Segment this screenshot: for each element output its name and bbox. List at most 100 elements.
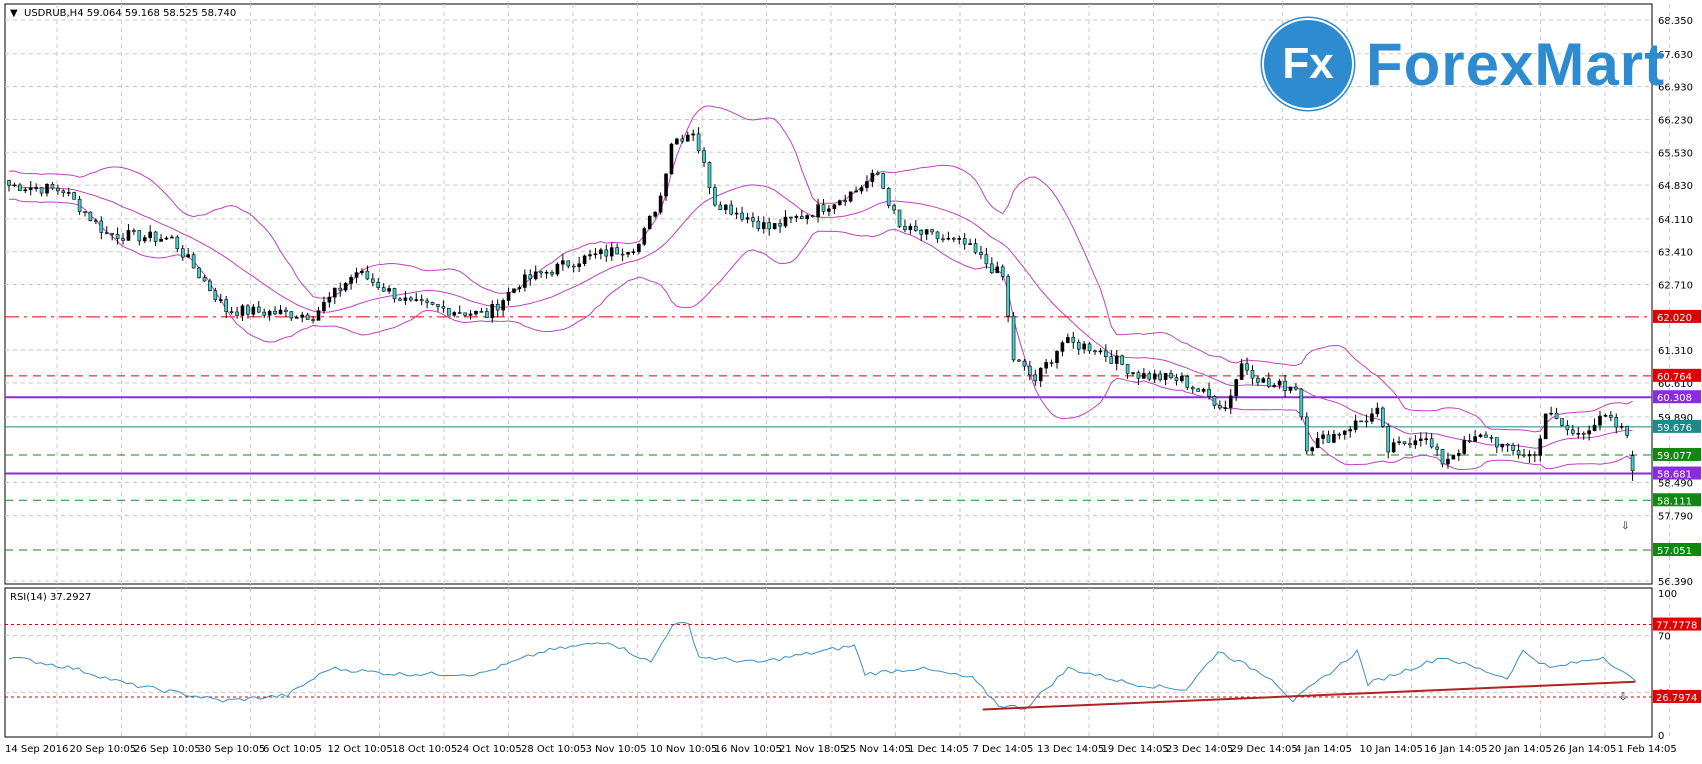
candle-body	[626, 252, 630, 255]
candle-body	[414, 299, 419, 301]
candle-body	[208, 280, 212, 291]
candle-body	[952, 237, 956, 240]
date-tick: 20 Jan 14:05	[1489, 744, 1552, 755]
candle-body	[305, 314, 310, 320]
candle-body	[897, 209, 902, 227]
candle-body	[1467, 440, 1472, 442]
candle-body	[474, 311, 478, 315]
logo-mark-text: Fx	[1282, 39, 1334, 88]
candle-body	[1342, 430, 1347, 435]
rsi-tick: 70	[1658, 632, 1671, 643]
candle-body	[1190, 387, 1195, 390]
candle-body	[311, 319, 315, 321]
candle-body	[962, 238, 967, 245]
candle-body	[745, 217, 750, 220]
date-tick: 6 Oct 10:05	[263, 744, 322, 755]
candle-body	[159, 238, 163, 242]
candle-body	[360, 270, 364, 273]
candle-body	[354, 272, 359, 278]
level-price-label: 60.308	[1657, 393, 1692, 404]
candle-body	[18, 184, 22, 191]
candle-body	[202, 277, 207, 282]
date-tick: 16 Jan 14:05	[1424, 744, 1487, 755]
candle-body	[1109, 356, 1114, 364]
candle-body	[1125, 364, 1130, 374]
candle-body	[1489, 436, 1494, 439]
candle-body	[582, 255, 587, 265]
date-tick: 3 Nov 10:05	[586, 744, 647, 755]
candle-body	[1533, 454, 1537, 456]
date-tick: 23 Dec 14:05	[1166, 744, 1233, 755]
candle-body	[1587, 430, 1591, 435]
candle-body	[653, 211, 657, 217]
candle-body	[387, 288, 391, 292]
candle-body	[327, 296, 332, 303]
candle-body	[1614, 417, 1619, 428]
candle-body	[843, 200, 848, 202]
candle-body	[609, 247, 614, 257]
candle-body	[66, 192, 71, 194]
candle-body	[218, 299, 223, 301]
candle-body	[533, 271, 538, 280]
candle-body	[1245, 363, 1249, 371]
candle-body	[647, 215, 652, 229]
candle-body	[77, 199, 82, 212]
date-tick: 13 Dec 14:05	[1037, 744, 1104, 755]
candle-body	[919, 229, 924, 235]
candle-body	[555, 263, 560, 275]
price-tick: 64.110	[1658, 215, 1693, 226]
candle-body	[1212, 396, 1217, 406]
candle-body	[544, 271, 549, 274]
candle-body	[186, 254, 190, 258]
down-arrow-icon: ⇩	[1621, 521, 1629, 532]
candle-body	[930, 229, 934, 233]
candle-body	[561, 260, 565, 265]
candle-body	[756, 220, 761, 229]
candle-body	[1120, 355, 1124, 365]
candle-body	[658, 195, 663, 213]
candle-body	[1017, 359, 1021, 362]
candle-body	[1011, 315, 1016, 361]
candle-body	[767, 222, 772, 230]
candle-body	[12, 184, 17, 187]
candle-body	[110, 232, 114, 235]
candle-body	[1044, 362, 1048, 369]
candle-body	[1104, 350, 1108, 358]
price-tick: 62.710	[1658, 281, 1693, 292]
candle-body	[441, 306, 446, 309]
candle-body	[485, 311, 489, 319]
candle-body	[430, 302, 435, 305]
candle-body	[881, 173, 886, 189]
date-tick: 1 Dec 14:05	[908, 744, 969, 755]
candle-body	[751, 217, 755, 222]
candle-body	[338, 287, 343, 291]
candle-body	[577, 263, 581, 267]
candle-body	[783, 216, 788, 227]
candle-body	[1326, 434, 1331, 443]
candle-body	[28, 187, 33, 190]
candle-body	[180, 248, 185, 258]
candle-body	[398, 298, 402, 301]
candle-body	[1337, 433, 1342, 436]
level-price-label: 60.764	[1657, 372, 1692, 383]
candle-body	[1174, 377, 1179, 382]
candle-body	[175, 236, 180, 250]
candle-body	[23, 189, 28, 191]
candle-body	[1163, 373, 1168, 381]
candle-body	[1022, 360, 1027, 367]
candle-body	[821, 204, 826, 212]
candle-body	[914, 225, 918, 231]
candle-body	[1066, 337, 1070, 343]
candle-body	[1299, 388, 1304, 418]
candle-body	[1473, 436, 1477, 442]
price-tick: 57.790	[1658, 511, 1693, 522]
candle-body	[995, 266, 1000, 274]
date-tick: 12 Oct 10:05	[328, 744, 393, 755]
date-tick: 28 Oct 10:05	[521, 744, 586, 755]
candle-body	[479, 311, 484, 313]
candle-body	[273, 310, 277, 315]
candle-body	[729, 204, 733, 215]
candle-body	[1136, 372, 1141, 379]
candle-body	[1234, 379, 1238, 397]
candle-body	[1440, 448, 1445, 465]
